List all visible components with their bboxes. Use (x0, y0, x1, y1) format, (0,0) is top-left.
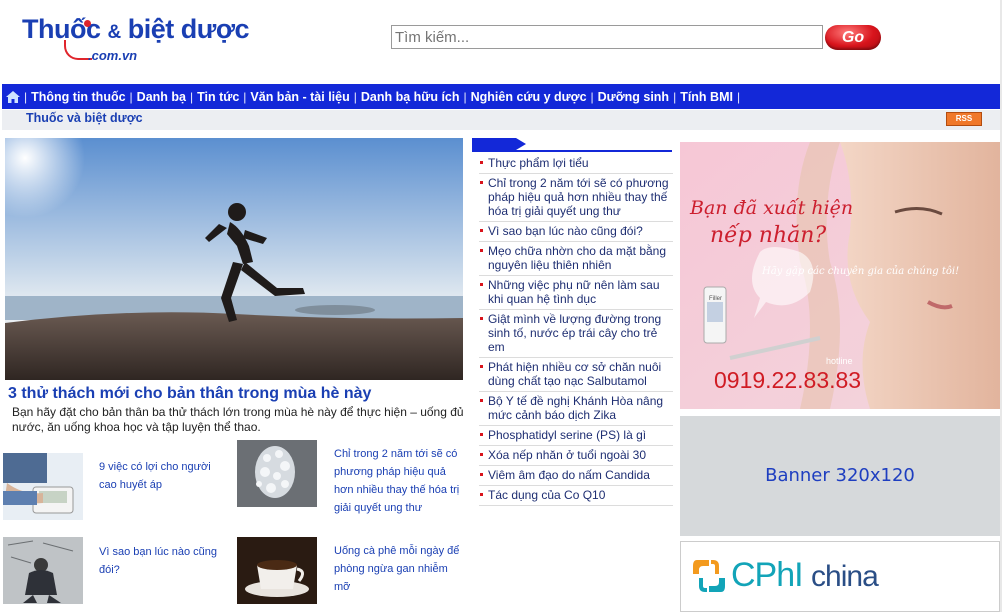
nav-separator: | (590, 89, 594, 104)
article-thumb-blood-pressure[interactable] (3, 453, 83, 520)
list-item[interactable]: Tác dụng của Co Q10 (479, 486, 673, 506)
cphi-brand-main: CPhI (731, 556, 804, 594)
list-item[interactable]: Phát hiện nhiều cơ sở chăn nuôi dùng chấ… (479, 358, 673, 392)
rss-button[interactable]: RSS (946, 112, 982, 126)
ad-banner-wrinkle[interactable]: Bạn đã xuất hiện nếp nhăn? Hãy gặp các c… (680, 142, 1000, 409)
list-item[interactable]: Chỉ trong 2 năm tới sẽ có phương pháp hi… (479, 174, 673, 222)
feature-title[interactable]: 3 thử thách mới cho bản thân trong mùa h… (8, 385, 371, 403)
nav-item-van-ban[interactable]: Văn bản - tài liệu (246, 90, 353, 104)
cphi-brand-sub: china (811, 560, 879, 593)
list-item[interactable]: Thực phẩm lợi tiểu (479, 154, 673, 174)
list-item[interactable]: Bộ Y tế đề nghị Khánh Hòa nâng mức cảnh … (479, 392, 673, 426)
ad-top-product: Filler (709, 296, 722, 302)
list-item[interactable]: Mẹo chữa nhờn cho da mặt bằng nguyên liệ… (479, 242, 673, 276)
ad-top-hotline: 0919.22.83.83 (714, 367, 861, 393)
nav-separator: | (463, 89, 467, 104)
list-item[interactable]: Giật mình về lượng đường trong sinh tố, … (479, 310, 673, 358)
nav-separator: | (24, 89, 28, 104)
nav-item-danh-ba[interactable]: Danh bạ (133, 90, 190, 104)
article-thumb-hungry[interactable] (3, 537, 83, 604)
list-item[interactable]: Phosphatidyl serine (PS) là gì (479, 426, 673, 446)
news-list-tab (472, 138, 526, 150)
ad-mid-label: Banner 320x120 (765, 465, 915, 486)
article-title-coffee[interactable]: Uống cà phê mỗi ngày để phòng ngừa gan n… (334, 542, 462, 596)
nav-separator: | (736, 89, 741, 104)
ad-top-hotline-label: hotline (826, 356, 853, 366)
home-icon[interactable] (2, 84, 24, 109)
list-item[interactable]: Những việc phụ nữ nên làm sau khi quan h… (479, 276, 673, 310)
feature-summary: Bạn hãy đặt cho bản thân ba thử thách lớ… (12, 405, 464, 434)
nav-item-duong-sinh[interactable]: Dưỡng sinh (594, 90, 673, 104)
logo-rest: biệt dược (127, 14, 250, 44)
search-go-button[interactable]: Go (825, 25, 881, 50)
list-item[interactable]: Xóa nếp nhăn ở tuổi ngoài 30 (479, 446, 673, 466)
search-input[interactable] (391, 25, 823, 49)
nav-item-thong-tin-thuoc[interactable]: Thông tin thuốc (27, 90, 129, 104)
breadcrumb[interactable]: Thuốc và biệt dược (26, 111, 143, 125)
news-list: Thực phẩm lợi tiểu Chỉ trong 2 năm tới s… (479, 154, 673, 506)
logo-dot (84, 20, 91, 27)
article-thumb-coffee[interactable] (237, 537, 317, 604)
article-title-hungry[interactable]: Vì sao bạn lúc nào cũng đói? (99, 543, 234, 579)
ad-top-bubble: Hãy gặp các chuyên gia của chúng tôi! (761, 266, 959, 277)
ad-banner-placeholder[interactable]: Banner 320x120 (680, 416, 1000, 536)
logo-text: Thuốc & biệt dược (22, 14, 250, 45)
article-title-cancer[interactable]: Chỉ trong 2 năm tới sẽ có phương pháp hi… (334, 445, 462, 517)
breadcrumb-bar (2, 110, 1000, 130)
nav-item-tinh-bmi[interactable]: Tính BMI (676, 90, 737, 104)
nav-separator: | (673, 89, 677, 104)
ad-top-line1: Bạn đã xuất hiện (689, 197, 853, 219)
nav-separator: | (243, 89, 247, 104)
article-thumb-cancer[interactable] (237, 440, 317, 507)
nav-separator: | (129, 89, 133, 104)
feature-image[interactable] (5, 138, 463, 380)
nav-item-nghien-cuu[interactable]: Nghiên cứu y dược (467, 90, 591, 104)
main-navbar: | Thông tin thuốc | Danh bạ | Tin tức | … (2, 84, 1002, 109)
list-item[interactable]: Viêm âm đạo do nấm Candida (479, 466, 673, 486)
nav-item-danh-ba-huu-ich[interactable]: Danh bạ hữu ích (357, 90, 464, 104)
cphi-logo-icon (693, 560, 725, 592)
nav-separator: | (353, 89, 357, 104)
cphi-brand: CPhI china (731, 556, 879, 595)
logo-amp: & (107, 22, 122, 43)
nav-item-tin-tuc[interactable]: Tin tức (193, 90, 243, 104)
news-list-header (472, 138, 672, 152)
list-item[interactable]: Vì sao bạn lúc nào cũng đói? (479, 222, 673, 242)
ad-top-line2: nếp nhăn? (710, 222, 826, 248)
ad-banner-cphi[interactable]: CPhI china (680, 541, 1000, 612)
logo-domain: .com.vn (88, 48, 138, 63)
nav-separator: | (189, 89, 194, 104)
site-logo[interactable]: Thuốc & biệt dược .com.vn (22, 14, 272, 70)
article-title-blood-pressure[interactable]: 9 việc có lợi cho người cao huyết áp (99, 458, 229, 494)
